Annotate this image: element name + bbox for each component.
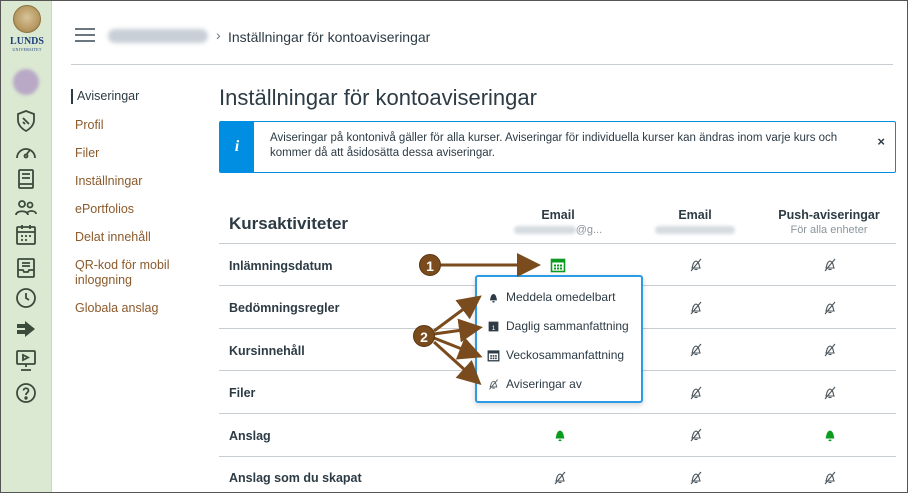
row-divider: [219, 456, 896, 457]
row-label-inlamningsdatum: Inlämningsdatum: [229, 259, 333, 273]
app-window: LUNDS UNIVERSITET › Inställningar för ko…: [0, 0, 908, 493]
breadcrumb-separator: ›: [216, 27, 221, 43]
bell-off-icon[interactable]: [686, 383, 706, 403]
menu-item-aviseringar-av[interactable]: Aviseringar av: [487, 374, 582, 394]
row-label-filer: Filer: [229, 386, 256, 400]
nav-item-eportfolios[interactable]: ePortfolios: [75, 202, 191, 217]
info-icon: i: [220, 122, 254, 172]
menu-item-label: Meddela omedelbart: [506, 290, 616, 304]
bell-off-icon[interactable]: [820, 340, 840, 360]
bell-off-icon[interactable]: [820, 255, 840, 275]
menu-item-label: Aviseringar av: [506, 377, 582, 391]
hamburger-menu-icon[interactable]: [75, 28, 95, 42]
header-divider: [71, 64, 893, 65]
logo-subname: UNIVERSITET: [12, 47, 42, 52]
courses-icon[interactable]: [14, 167, 38, 191]
weekly-calendar-icon[interactable]: [548, 255, 568, 275]
weekly-calendar-icon: [487, 349, 500, 361]
notification-frequency-menu: Meddela omedelbart 1 Daglig sammanfattni…: [475, 275, 643, 403]
menu-item-daglig-sammanfattning[interactable]: 1 Daglig sammanfattning: [487, 316, 629, 336]
table-heading: Kursaktiviteter: [229, 214, 349, 233]
breadcrumb-current: Inställningar för kontoaviseringar: [228, 29, 431, 45]
column-header-email-2: Email: [678, 208, 712, 222]
help-icon[interactable]: [14, 381, 38, 405]
menu-item-veckosammanfattning[interactable]: Veckosammanfattning: [487, 345, 624, 365]
global-navigation: LUNDS UNIVERSITET: [1, 1, 52, 492]
svg-text:1: 1: [492, 324, 496, 331]
bell-off-icon[interactable]: [686, 468, 706, 488]
nav-item-globala-anslag[interactable]: Globala anslag: [75, 301, 191, 316]
row-label-anslag: Anslag: [229, 429, 271, 443]
column-header-push: Push-aviseringar: [778, 208, 880, 222]
breadcrumb-user-name[interactable]: [108, 29, 208, 43]
column-subtitle-email-2: [635, 224, 755, 236]
university-seal-icon: [13, 5, 41, 33]
column-subtitle-email-1: @g...: [498, 224, 618, 236]
dashboard-icon[interactable]: [14, 141, 38, 165]
menu-item-meddela-omedelbart[interactable]: Meddela omedelbart: [487, 287, 615, 307]
callout-badge-2: 2: [413, 325, 435, 347]
nav-item-profil[interactable]: Profil: [75, 118, 191, 133]
bell-off-icon[interactable]: [820, 468, 840, 488]
callout-2-arrow: [432, 340, 482, 386]
bell-off-icon[interactable]: [686, 298, 706, 318]
calendar-icon[interactable]: [14, 223, 38, 247]
column-header-email-1: Email: [541, 208, 575, 222]
nav-item-filer[interactable]: Filer: [75, 146, 191, 161]
page-title: Inställningar för kontoaviseringar: [219, 85, 537, 110]
admin-shield-icon[interactable]: [14, 109, 38, 133]
groups-icon[interactable]: [14, 196, 38, 220]
inbox-icon[interactable]: [14, 256, 38, 280]
nav-item-aviseringar[interactable]: Aviseringar: [71, 89, 191, 104]
studio-icon[interactable]: [14, 348, 38, 372]
bell-off-icon[interactable]: [686, 340, 706, 360]
nav-item-installningar[interactable]: Inställningar: [75, 174, 191, 189]
alert-text: Aviseringar på kontonivå gäller för alla…: [270, 132, 838, 159]
account-avatar[interactable]: [13, 69, 39, 95]
callout-2-arrow: [433, 295, 482, 333]
row-divider: [219, 243, 896, 244]
bell-off-icon[interactable]: [820, 298, 840, 318]
bell-off-icon[interactable]: [686, 255, 706, 275]
bell-icon[interactable]: [550, 425, 570, 445]
blurred-email-address: [513, 226, 576, 235]
history-clock-icon[interactable]: [14, 286, 38, 310]
bell-icon[interactable]: [820, 425, 840, 445]
nav-item-qr-kod[interactable]: QR-kod för mobil inloggning: [75, 258, 185, 288]
nav-item-delat-innehall[interactable]: Delat innehåll: [75, 230, 191, 245]
logo-name: LUNDS: [10, 36, 44, 47]
email-suffix: @g...: [575, 224, 603, 236]
university-logo[interactable]: LUNDS UNIVERSITET: [5, 3, 49, 61]
bell-off-icon[interactable]: [820, 383, 840, 403]
commons-arrow-icon[interactable]: [14, 317, 38, 341]
bell-off-icon[interactable]: [550, 468, 570, 488]
bell-icon: [489, 293, 498, 302]
row-label-kursinnehall: Kursinnehåll: [229, 344, 305, 358]
bell-off-icon[interactable]: [686, 425, 706, 445]
menu-item-label: Veckosammanfattning: [506, 348, 625, 362]
column-subtitle-push: För alla enheter: [790, 224, 868, 236]
blurred-email-address: [655, 226, 735, 235]
bell-off-icon: [489, 378, 498, 390]
callout-2-arrow: [433, 336, 483, 360]
row-label-anslag-som-du-skapat: Anslag som du skapat: [229, 471, 362, 485]
account-navigation: Aviseringar Profil Filer Inställningar e…: [71, 89, 191, 316]
row-label-bedomningsregler: Bedömningsregler: [229, 301, 340, 315]
callout-badge-1: 1: [419, 254, 441, 276]
menu-item-label: Daglig sammanfattning: [506, 319, 629, 333]
info-alert: i Aviseringar på kontonivå gäller för al…: [219, 121, 896, 173]
close-icon[interactable]: ×: [877, 134, 885, 149]
row-divider: [219, 413, 896, 414]
info-glyph: i: [234, 138, 240, 155]
daily-calendar-icon: 1: [488, 321, 499, 331]
